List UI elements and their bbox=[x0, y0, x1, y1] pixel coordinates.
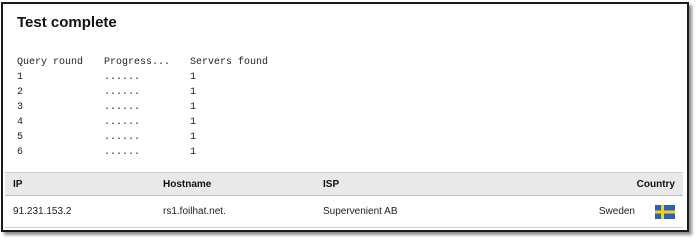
progress-value: ...... bbox=[104, 87, 141, 98]
servers-found-value: 1 bbox=[190, 87, 197, 98]
query-round-value: 5 bbox=[17, 132, 24, 143]
column-header-isp: ISP bbox=[323, 178, 340, 190]
progress-value: ...... bbox=[104, 132, 141, 143]
column-header-progress: Progress... bbox=[104, 57, 171, 68]
column-header-hostname: Hostname bbox=[163, 178, 212, 190]
table-row: 91.231.153.2 rs1.foilhat.net. Supervenie… bbox=[5, 196, 683, 228]
query-table-header: Query round Progress... Servers found bbox=[17, 55, 290, 70]
progress-value: ...... bbox=[104, 147, 141, 158]
query-round-value: 1 bbox=[17, 72, 24, 83]
progress-value: ...... bbox=[104, 117, 141, 128]
table-row: 1 ...... 1 bbox=[17, 70, 290, 85]
column-header-query-round: Query round bbox=[17, 57, 84, 68]
progress-value: ...... bbox=[104, 72, 141, 83]
servers-found-value: 1 bbox=[190, 102, 197, 113]
query-round-value: 2 bbox=[17, 87, 24, 98]
query-rounds-table: Query round Progress... Servers found 1 … bbox=[17, 55, 290, 160]
column-header-country: Country bbox=[636, 178, 675, 190]
country-cell: Sweden bbox=[599, 196, 675, 227]
table-row: 5 ...... 1 bbox=[17, 130, 290, 145]
test-results-panel: Test complete Query round Progress... Se… bbox=[1, 2, 689, 232]
query-round-value: 6 bbox=[17, 147, 24, 158]
hostname: rs1.foilhat.net. bbox=[163, 206, 226, 217]
country-name: Sweden bbox=[598, 206, 635, 217]
progress-value: ...... bbox=[104, 102, 141, 113]
table-row: 2 ...... 1 bbox=[17, 85, 290, 100]
table-row: 3 ...... 1 bbox=[17, 100, 290, 115]
query-round-value: 4 bbox=[17, 117, 24, 128]
servers-found-value: 1 bbox=[190, 117, 197, 128]
page-title: Test complete bbox=[17, 14, 117, 31]
servers-found-value: 1 bbox=[190, 72, 197, 83]
table-row: 6 ...... 1 bbox=[17, 145, 290, 160]
column-header-ip: IP bbox=[13, 178, 23, 190]
servers-found-value: 1 bbox=[190, 147, 197, 158]
table-row: 4 ...... 1 bbox=[17, 115, 290, 130]
isp-name: Supervenient AB bbox=[323, 206, 398, 217]
results-table-header: IP Hostname ISP Country bbox=[5, 172, 683, 196]
sweden-flag-icon bbox=[655, 204, 675, 219]
query-round-value: 3 bbox=[17, 102, 24, 113]
ip-address: 91.231.153.2 bbox=[13, 206, 72, 217]
column-header-servers-found: Servers found bbox=[190, 57, 269, 68]
servers-found-value: 1 bbox=[190, 132, 197, 143]
